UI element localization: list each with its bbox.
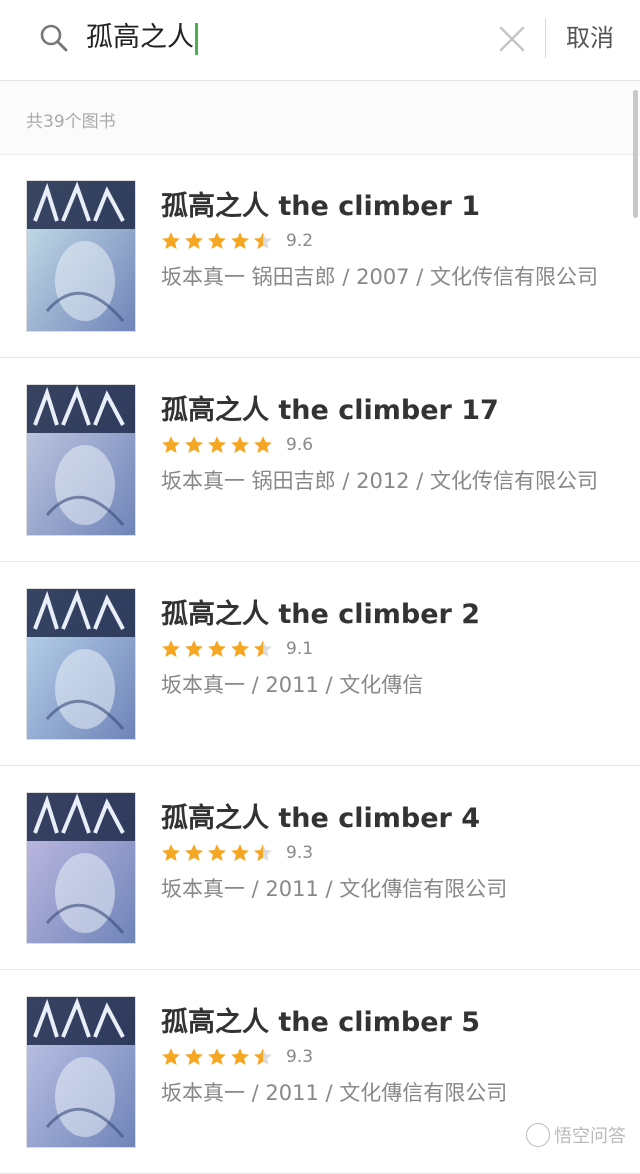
star-rating: 9.3	[161, 840, 313, 866]
star-icon	[208, 232, 226, 249]
book-meta: 坂本真一 锅田吉郎 / 2012 / 文化传信有限公司	[161, 469, 598, 493]
search-icon[interactable]	[38, 22, 70, 54]
star-icon	[162, 1048, 180, 1065]
star-rating: 9.3	[161, 1044, 313, 1070]
star-icon	[162, 844, 180, 861]
star-rating: 9.6	[161, 432, 313, 458]
star-icon	[185, 844, 203, 861]
star-rating: 9.2	[161, 228, 313, 254]
text-cursor	[195, 22, 198, 55]
star-icon	[185, 436, 203, 453]
star-icon	[208, 436, 226, 453]
star-icon	[208, 1048, 226, 1065]
star-icon	[208, 844, 226, 861]
star-icon	[162, 436, 180, 453]
search-input[interactable]: 孤高之人	[86, 18, 198, 58]
star-icon	[254, 436, 272, 453]
list-item[interactable]: 孤高之人 the climber 1 9.2 坂本真一 锅田吉郎 / 2007 /…	[0, 154, 640, 358]
book-title[interactable]: 孤高之人 the climber 1	[161, 184, 480, 223]
star-icon	[231, 1048, 249, 1065]
book-title[interactable]: 孤高之人 the climber 4	[161, 796, 480, 835]
star-icon	[231, 844, 249, 861]
star-icon	[254, 232, 272, 249]
list-item[interactable]: 孤高之人 the climber 17 9.6 坂本真一 锅田吉郎 / 2012 /…	[0, 358, 640, 562]
rating-score: 9.6	[286, 435, 314, 455]
star-icon	[231, 436, 249, 453]
star-icon	[254, 1048, 272, 1065]
book-title[interactable]: 孤高之人 the climber 17	[161, 388, 499, 427]
book-meta: 坂本真一 / 2011 / 文化傳信有限公司	[161, 1081, 508, 1105]
clear-icon[interactable]	[497, 24, 527, 54]
divider	[545, 18, 546, 58]
rating-score: 9.1	[286, 639, 314, 659]
star-icon	[208, 640, 226, 657]
watermark-text: 悟空问答	[554, 1126, 626, 1147]
book-list: 孤高之人 the climber 1 9.2 坂本真一 锅田吉郎 / 2007 /…	[0, 154, 640, 1174]
rating-score: 9.3	[286, 843, 314, 863]
list-item[interactable]: 孤高之人 the climber 4 9.3 坂本真一 / 2011 / 文化傳信…	[0, 766, 640, 970]
search-query-text: 孤高之人	[86, 22, 194, 53]
star-icon	[254, 844, 272, 861]
chat-bubble-icon	[526, 1123, 550, 1147]
book-cover-image[interactable]	[26, 180, 136, 332]
rating-score: 9.2	[286, 231, 314, 251]
result-count-bar: 共39个图书	[0, 81, 640, 155]
star-icon	[185, 1048, 203, 1065]
rating-score: 9.3	[286, 1047, 314, 1067]
cancel-button[interactable]: 取消	[566, 20, 614, 56]
star-icon	[254, 640, 272, 657]
book-cover-image[interactable]	[26, 384, 136, 536]
star-icon	[185, 232, 203, 249]
star-rating: 9.1	[161, 636, 313, 662]
book-meta: 坂本真一 / 2011 / 文化傳信有限公司	[161, 877, 508, 901]
book-meta: 坂本真一 锅田吉郎 / 2007 / 文化传信有限公司	[161, 265, 598, 289]
book-cover-image[interactable]	[26, 792, 136, 944]
book-cover-image[interactable]	[26, 588, 136, 740]
book-cover-image[interactable]	[26, 996, 136, 1148]
list-item[interactable]: 孤高之人 the climber 2 9.1 坂本真一 / 2011 / 文化傳信	[0, 562, 640, 766]
star-icon	[231, 232, 249, 249]
book-meta: 坂本真一 / 2011 / 文化傳信	[161, 673, 424, 697]
book-title[interactable]: 孤高之人 the climber 2	[161, 592, 480, 631]
result-count: 共39个图书	[26, 112, 116, 132]
star-icon	[162, 232, 180, 249]
star-icon	[231, 640, 249, 657]
search-bar: 孤高之人 取消	[0, 0, 640, 81]
book-title[interactable]: 孤高之人 the climber 5	[161, 1000, 480, 1039]
star-icon	[185, 640, 203, 657]
star-icon	[162, 640, 180, 657]
watermark: 悟空问答	[526, 1122, 626, 1148]
